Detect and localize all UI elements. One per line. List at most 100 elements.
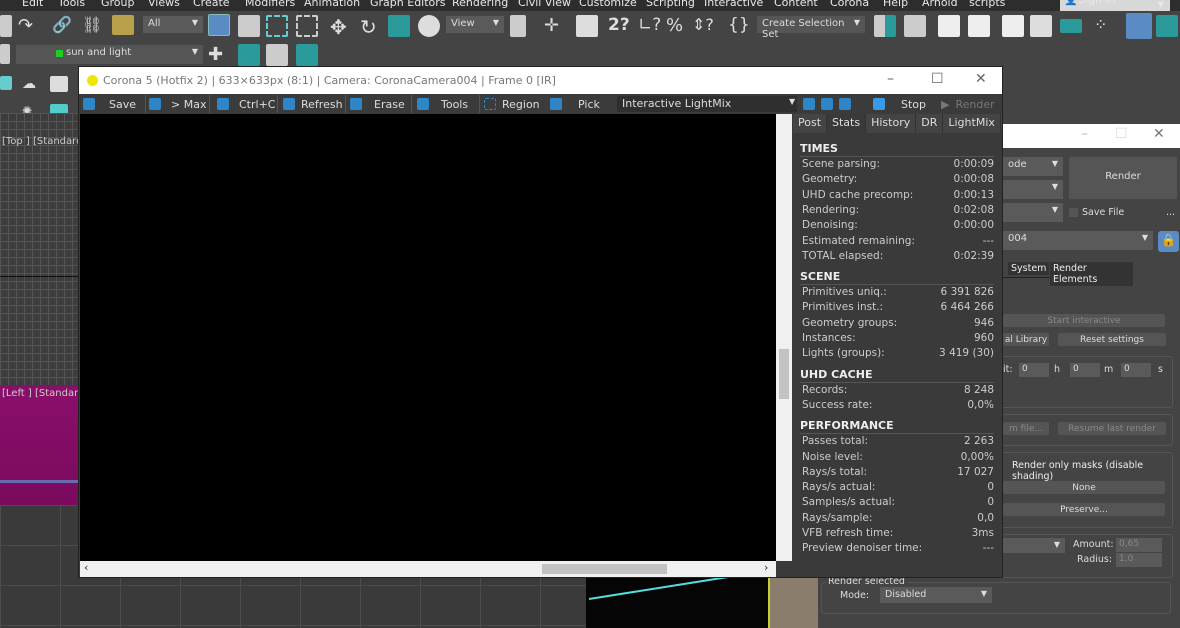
spinner-snap-icon[interactable]: ⇕? — [692, 15, 714, 37]
select-manipulate-icon[interactable]: ✛ — [544, 15, 566, 37]
render-button[interactable]: ▶ Render — [941, 96, 995, 112]
render-selected-mode-dropdown[interactable]: Disabled ▼ — [880, 587, 992, 603]
vertical-scrollbar[interactable] — [776, 114, 792, 561]
render-setup-icon[interactable] — [1126, 13, 1152, 39]
menu-tools[interactable]: Tools — [58, 0, 85, 9]
maximize-icon[interactable]: ☐ — [1115, 126, 1128, 142]
menu-content[interactable]: Content — [774, 0, 818, 9]
channel-dropdown[interactable]: Interactive LightMix — [617, 96, 797, 112]
sign-in-dropdown[interactable]: 👤Sign In ▼ — [1060, 0, 1170, 11]
layer-dropdown[interactable]: sun and light ▼ — [16, 45, 203, 64]
save-button[interactable]: Save — [83, 96, 136, 112]
viewport-left-label[interactable]: [Left ] [Standard — [2, 388, 84, 399]
stop-button[interactable]: Stop — [873, 96, 926, 112]
bind-spacewarp-icon[interactable] — [112, 15, 134, 35]
unlink-icon[interactable]: ⛓ — [82, 15, 104, 37]
material-library-button[interactable]: al Library — [1003, 333, 1049, 346]
layer-explorer-icon[interactable] — [968, 15, 990, 37]
scrollbar-thumb[interactable] — [542, 564, 667, 574]
set-current-layer-icon[interactable] — [296, 44, 318, 66]
minutes-spinner[interactable]: 0 — [1070, 363, 1100, 377]
pick-button[interactable]: Pick — [550, 96, 600, 112]
tab-lightmix[interactable]: LightMix — [943, 114, 1001, 133]
shapes-icon[interactable]: ☁ — [22, 76, 44, 98]
menu-group[interactable]: Group — [101, 0, 135, 9]
scene-explorer-icon[interactable] — [938, 15, 960, 37]
selection-filter-dropdown[interactable]: All ▼ — [143, 16, 203, 33]
window-crossing-icon[interactable] — [296, 15, 318, 37]
undo-icon[interactable] — [0, 15, 12, 37]
region-button[interactable]: Region — [484, 96, 540, 112]
minimize-icon[interactable]: – — [887, 71, 894, 87]
tab-history[interactable]: History — [866, 114, 917, 133]
reference-coordinate-dropdown[interactable]: View ▼ — [446, 16, 504, 33]
zoom-out-button[interactable] — [821, 96, 833, 112]
rotate-icon[interactable]: ↻ — [360, 15, 382, 39]
scroll-left-icon[interactable]: ‹ — [84, 561, 88, 574]
tab-dr[interactable]: DR — [916, 114, 944, 133]
add-to-layer-icon[interactable] — [238, 44, 260, 66]
menu-views[interactable]: Views — [148, 0, 180, 9]
viewport-top[interactable]: [Top ] [Standard — [0, 113, 82, 385]
scrollbar-thumb[interactable] — [779, 349, 789, 399]
menu-customize[interactable]: Customize — [579, 0, 637, 9]
renderer-dropdown[interactable]: ▼ — [1003, 203, 1063, 222]
view-to-render-dropdown[interactable]: 004 ▼ — [1003, 231, 1153, 250]
hours-spinner[interactable]: 0 — [1019, 363, 1049, 377]
zoom-in-button[interactable] — [803, 96, 815, 112]
pivot-icon[interactable] — [510, 15, 526, 37]
zoom-fit-button[interactable] — [839, 96, 851, 112]
menu-help[interactable]: Help — [883, 0, 908, 9]
tab-stats[interactable]: Stats — [827, 114, 867, 133]
render-only-masks-checkbox[interactable]: Render only masks (disable shading) — [1012, 460, 1180, 482]
menu-scripting[interactable]: Scripting — [646, 0, 695, 9]
render-canvas[interactable] — [80, 114, 776, 561]
align-icon[interactable] — [904, 15, 926, 37]
material-editor-icon[interactable]: ⁘ — [1094, 15, 1116, 37]
scale-icon[interactable] — [388, 15, 410, 37]
select-in-layer-icon[interactable] — [266, 44, 288, 66]
resume-from-file-button[interactable]: m file... — [1003, 422, 1049, 435]
reset-settings-button[interactable]: Reset settings — [1058, 333, 1166, 346]
viewport-camera-preview[interactable] — [586, 569, 772, 628]
curve-editor-icon[interactable] — [1030, 15, 1052, 37]
viewport-perspective[interactable] — [768, 578, 820, 628]
preset-dropdown[interactable]: ▼ — [1003, 180, 1063, 199]
menu-animation[interactable]: Animation — [304, 0, 360, 9]
denoise-mode-dropdown[interactable]: ▼ — [1003, 538, 1065, 553]
render-button[interactable]: Render — [1069, 157, 1177, 199]
tab-render-elements[interactable]: Render Elements — [1050, 262, 1133, 286]
menu-civil-view[interactable]: Civil View — [518, 0, 571, 9]
viewport-top-label[interactable]: [Top ] [Standard — [2, 136, 82, 147]
link-icon[interactable]: 🔗 — [52, 15, 74, 37]
layers-icon[interactable] — [0, 44, 10, 64]
target-dropdown[interactable]: ode ▼ — [1003, 157, 1063, 176]
edit-named-selection-icon[interactable]: {} — [728, 15, 750, 37]
snap-toggle-icon[interactable]: 2? — [608, 15, 630, 37]
chevron-down-icon[interactable]: ▼ — [789, 97, 795, 106]
refresh-button[interactable]: Refresh — [283, 96, 343, 112]
radius-spinner[interactable]: 1,0 — [1116, 553, 1162, 567]
toggle-ribbon-icon[interactable] — [1002, 15, 1024, 37]
resume-last-render-button[interactable]: Resume last render — [1058, 422, 1166, 435]
preserve-button[interactable]: Preserve... — [1003, 503, 1165, 516]
menu-create[interactable]: Create — [193, 0, 230, 9]
tab-system[interactable]: System — [1008, 262, 1050, 275]
menu-interactive[interactable]: Interactive — [704, 0, 763, 9]
save-file-checkbox[interactable] — [1069, 208, 1078, 217]
rendered-frame-window-icon[interactable] — [1156, 15, 1178, 37]
close-icon[interactable]: ✕ — [975, 71, 987, 87]
redo-icon[interactable]: ↷ — [18, 15, 40, 37]
menu-rendering[interactable]: Rendering — [452, 0, 508, 9]
none-button[interactable]: None — [1003, 481, 1165, 494]
lights-icon[interactable] — [50, 76, 68, 92]
more-button[interactable]: ... — [1166, 207, 1175, 218]
minimize-icon[interactable]: – — [1081, 126, 1088, 142]
horizontal-scrollbar[interactable]: ‹ › — [80, 561, 776, 577]
tools-button[interactable]: Tools — [417, 96, 468, 112]
geometry-icon[interactable] — [0, 76, 12, 90]
percent-snap-icon[interactable]: % — [666, 15, 688, 37]
keyboard-shortcut-override-icon[interactable] — [576, 15, 598, 37]
rectangle-region-icon[interactable] — [266, 15, 288, 37]
schematic-view-icon[interactable] — [1060, 19, 1082, 33]
